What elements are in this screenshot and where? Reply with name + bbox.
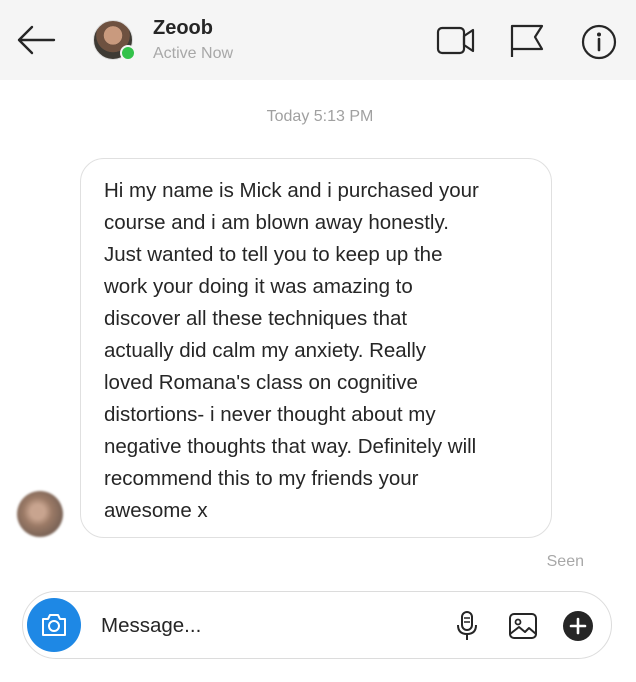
- video-camera-icon: [436, 26, 475, 55]
- image-icon: [509, 613, 537, 639]
- camera-button[interactable]: [27, 598, 81, 652]
- contact-status: Active Now: [153, 45, 234, 62]
- video-call-button[interactable]: [436, 22, 476, 60]
- microphone-icon: [457, 611, 477, 640]
- info-button[interactable]: [579, 22, 619, 60]
- sender-avatar[interactable]: [17, 491, 63, 537]
- message-input[interactable]: [99, 609, 423, 643]
- gallery-button[interactable]: [507, 610, 539, 642]
- back-button[interactable]: [14, 20, 58, 60]
- contact-avatar-wrap[interactable]: [93, 20, 136, 61]
- message-timestamp: Today 5:13 PM: [266, 108, 374, 125]
- message-bubble[interactable]: Hi my name is Mick and i purchased your …: [80, 158, 552, 538]
- seen-indicator: Seen: [546, 553, 584, 570]
- flag-icon: [510, 24, 544, 57]
- online-status-dot: [120, 45, 136, 61]
- message-composer: [22, 591, 612, 659]
- more-options-button[interactable]: [562, 610, 594, 642]
- report-button[interactable]: [507, 22, 547, 60]
- info-icon: [581, 24, 617, 60]
- arrow-left-icon: [17, 25, 56, 55]
- contact-name[interactable]: Zeoob: [153, 17, 213, 40]
- chat-header: Zeoob Active Now: [0, 0, 636, 80]
- camera-icon: [42, 614, 66, 636]
- voice-message-button[interactable]: [451, 610, 483, 642]
- plus-icon: [563, 611, 593, 641]
